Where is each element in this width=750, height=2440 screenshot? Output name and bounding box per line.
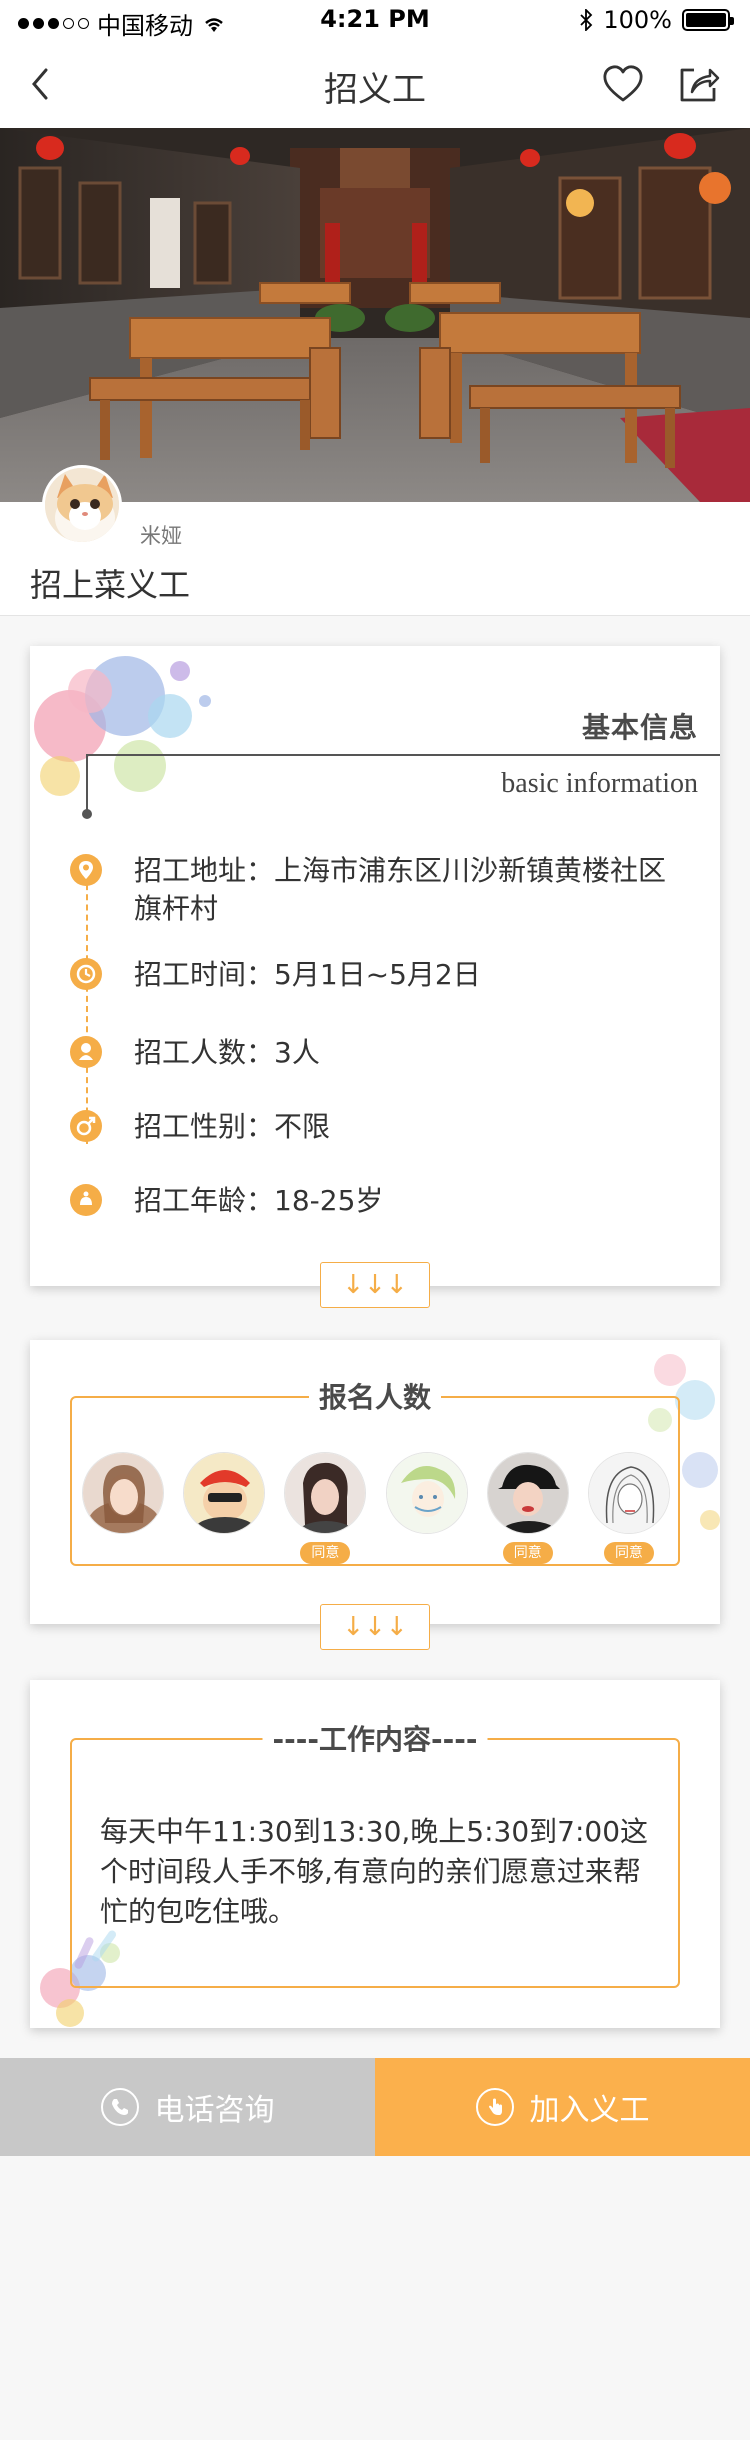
section-divider-dot <box>82 809 92 819</box>
bluetooth-icon <box>580 9 593 31</box>
work-content-text: 每天中午11:30到13:30,晚上5:30到7:00这个时间段人手不够,有意向… <box>100 1815 649 1928</box>
gender-icon <box>70 1110 102 1142</box>
info-value: 3人 <box>274 1036 320 1069</box>
event-title: 招上菜义工 <box>30 566 191 604</box>
agree-badge: 同意 <box>603 1542 654 1564</box>
work-content-card: ----工作内容---- 每天中午11:30到13:30,晚上5:30到7:00… <box>30 1680 720 2028</box>
heart-icon[interactable] <box>600 62 646 106</box>
agree-badge: 同意 <box>300 1542 351 1564</box>
signups-card: 报名人数 同意 同意 同意 <box>30 1340 720 1624</box>
expand-arrows: ↓↓↓ <box>342 1612 408 1642</box>
info-value: 5月1日~5月2日 <box>274 958 481 991</box>
info-value: 18-25岁 <box>274 1184 384 1217</box>
join-volunteer-label: 加入义工 <box>529 2093 650 2128</box>
person-icon <box>70 1036 102 1068</box>
signup-avatar[interactable] <box>82 1452 164 1550</box>
host-name: 米娅 <box>140 524 182 548</box>
status-bar: 中国移动 4:21 PM 100% <box>0 0 750 40</box>
nav-bar: 招义工 <box>0 40 750 128</box>
age-icon <box>70 1184 102 1216</box>
paint-splash-decoration <box>34 656 211 796</box>
section-title-cn: 基本信息 <box>581 711 698 744</box>
agree-badge: 同意 <box>502 1542 553 1564</box>
join-volunteer-button[interactable]: 加入义工 <box>375 2058 750 2156</box>
phone-consult-label: 电话咨询 <box>154 2093 275 2128</box>
info-value: 不限 <box>274 1110 331 1143</box>
host-avatar[interactable] <box>42 465 122 545</box>
expand-arrows: ↓↓↓ <box>342 1270 408 1300</box>
signups-title: 报名人数 <box>308 1376 442 1416</box>
basic-info-card: 基本信息 basic information 招工地址：上海市浦东区川沙新镇黄楼… <box>30 646 720 1286</box>
work-content-title: ----工作内容---- <box>262 1718 488 1758</box>
phone-consult-button[interactable]: 电话咨询 <box>0 2058 375 2156</box>
bottom-action-bar: 电话咨询 加入义工 <box>0 2058 750 2156</box>
info-label: 招工人数： <box>134 1036 275 1069</box>
status-right: 100% <box>579 6 734 34</box>
phone-icon <box>100 2088 139 2126</box>
clock-icon <box>70 958 102 990</box>
hand-icon <box>475 2088 514 2126</box>
share-icon[interactable] <box>676 60 722 106</box>
battery-percent: 100% <box>603 6 672 34</box>
section-divider-vertical <box>86 754 88 812</box>
signup-avatar-list: 同意 同意 同意 <box>82 1452 670 1564</box>
signup-avatar[interactable] <box>385 1452 468 1550</box>
expand-info-button[interactable]: ↓↓↓ <box>320 1262 430 1308</box>
signup-avatar[interactable]: 同意 <box>587 1452 670 1564</box>
signup-avatar[interactable]: 同意 <box>284 1452 367 1564</box>
expand-signups-button[interactable]: ↓↓↓ <box>320 1604 430 1650</box>
location-pin-icon <box>70 854 102 886</box>
info-label: 招工年龄： <box>134 1184 275 1217</box>
info-label: 招工性别： <box>134 1110 275 1143</box>
timeline-dashed-line <box>86 874 88 1144</box>
signup-avatar[interactable] <box>183 1452 266 1550</box>
hero-image <box>0 128 750 502</box>
signup-avatar[interactable]: 同意 <box>486 1452 569 1564</box>
battery-icon <box>682 9 734 31</box>
info-label: 招工时间： <box>134 958 275 991</box>
section-divider <box>86 754 720 756</box>
info-label: 招工地址： <box>134 854 275 887</box>
section-title-en: basic information <box>501 768 698 799</box>
